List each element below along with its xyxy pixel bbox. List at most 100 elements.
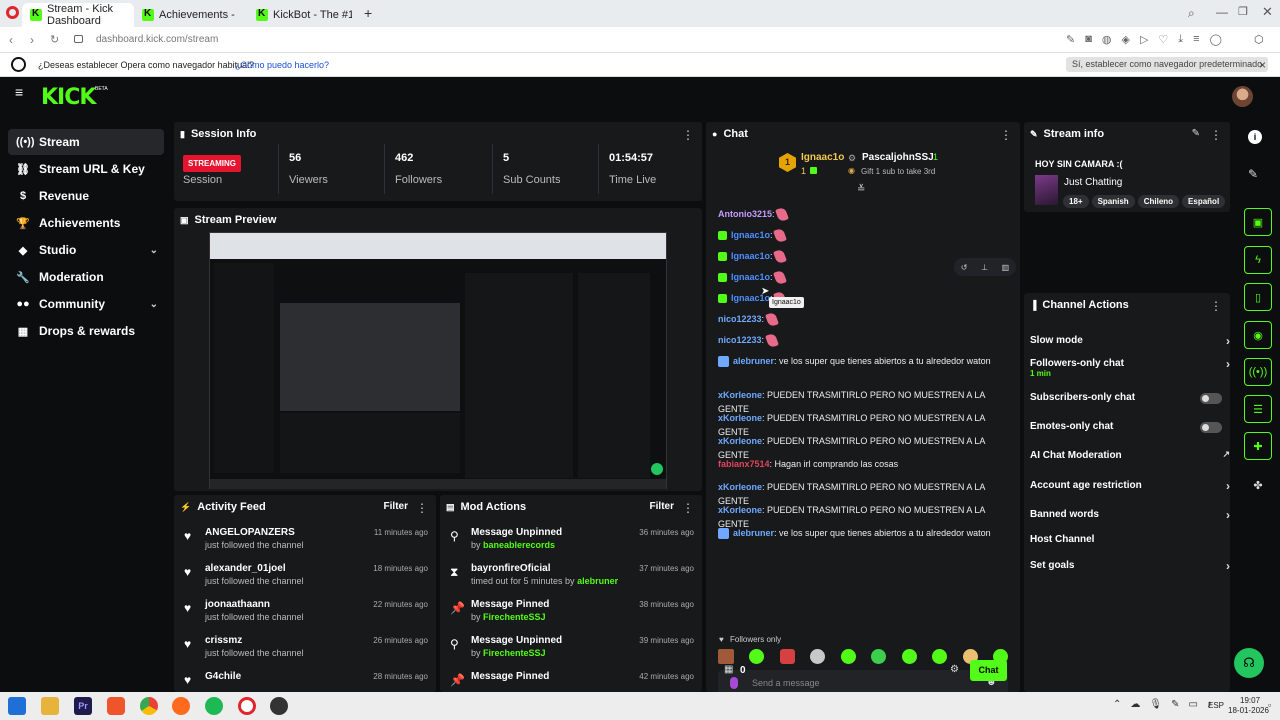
chat-username[interactable]: nico12233 (718, 314, 762, 324)
chevron-right-icon[interactable]: › (1226, 479, 1230, 493)
mic-icon[interactable]: 🎙 (1149, 699, 1162, 710)
adblock-icon[interactable]: ◈ (1121, 33, 1129, 46)
site-info-icon[interactable] (74, 35, 83, 43)
sidebar-item-stream-url-key[interactable]: ⛓ Stream URL & Key (8, 156, 164, 182)
chevron-right-icon[interactable]: › (1226, 357, 1230, 371)
preview-video[interactable] (209, 232, 667, 489)
rail-button-lightning[interactable]: ϟ (1244, 246, 1272, 274)
activity-username[interactable]: joonaathaann (205, 599, 270, 610)
mod-action-user[interactable]: FirechenteSSJ (483, 648, 546, 658)
sidebar-item-studio[interactable]: ◆ Studio ⌄ (8, 237, 164, 263)
mod-action-user[interactable]: alebruner (577, 576, 618, 586)
channel-action-banned-words[interactable]: Banned words › (1030, 508, 1230, 522)
category-thumbnail[interactable] (1035, 175, 1058, 205)
toggle-switch[interactable] (1200, 393, 1222, 404)
heart-icon[interactable]: ♡ (1158, 33, 1168, 46)
sidebar-item-moderation[interactable]: 🔧 Moderation (8, 264, 164, 290)
channel-action-host-channel[interactable]: Host Channel (1030, 534, 1230, 545)
chat-username[interactable]: alebruner (733, 356, 774, 366)
more-options-icon[interactable]: ⋮ (682, 501, 694, 515)
emote-icon[interactable] (718, 649, 734, 664)
onedrive-icon[interactable]: ☁ (1130, 699, 1140, 710)
sidebar-item-revenue[interactable]: $ Revenue (8, 183, 164, 209)
spotify-icon[interactable] (205, 697, 223, 715)
sidebar-item-achievements[interactable]: 🏆 Achievements (8, 210, 164, 236)
channel-action-subscribers-only-chat[interactable]: Subscribers-only chat (1030, 392, 1230, 404)
chrome-icon[interactable] (140, 697, 158, 715)
forward-icon[interactable]: › (30, 33, 34, 47)
brave-icon[interactable] (107, 697, 125, 715)
emote-icon[interactable] (779, 649, 795, 664)
collapse-pinned-icon[interactable]: ≚ (857, 184, 865, 195)
activity-username[interactable]: alexander_01joel (205, 563, 286, 574)
obs-icon[interactable] (270, 697, 288, 715)
chat-username[interactable]: xKorleone (718, 413, 762, 423)
channel-action-set-goals[interactable]: Set goals › (1030, 559, 1230, 573)
category-name[interactable]: Just Chatting (1064, 177, 1122, 188)
channel-action-followers-only-chat[interactable]: Followers-only chat 1 min › (1030, 357, 1230, 378)
mod-action-user[interactable]: baneablerecords (483, 540, 555, 550)
rail-button-puzzle[interactable]: ✤ (1244, 473, 1272, 497)
filter-button[interactable]: Filter (650, 501, 674, 512)
gift-promo[interactable]: Gift 1 sub to take 3rd (861, 167, 935, 176)
opera-taskbar-icon[interactable] (238, 697, 256, 715)
mod-action-user[interactable]: FirechenteSSJ (483, 612, 546, 622)
language-indicator[interactable]: ESP (1208, 701, 1224, 710)
camera-icon[interactable]: ◙ (1085, 33, 1092, 46)
chevron-down-icon[interactable]: ⌄ (150, 245, 158, 256)
download-icon[interactable]: ⤓ (1178, 33, 1183, 46)
rail-button-wrench[interactable]: ✚ (1244, 432, 1272, 460)
file-explorer-icon[interactable] (41, 697, 59, 715)
activity-username[interactable]: ANGELOPANZERS (205, 527, 295, 538)
chat-username[interactable]: xKorleone (718, 505, 762, 515)
search-tabs-icon[interactable]: ⌕ (1188, 6, 1195, 21)
channel-action-ai-chat-moderation[interactable]: AI Chat Moderation ↗ (1030, 449, 1230, 461)
back-icon[interactable]: ‹ (9, 33, 13, 47)
external-link-icon[interactable]: ↗ (1222, 449, 1230, 460)
rail-button-document[interactable]: ▯ (1244, 283, 1272, 311)
close-window-button[interactable]: ✕ (1262, 4, 1273, 20)
info-icon[interactable]: i (1248, 130, 1262, 144)
rail-button-chat[interactable]: ◉ (1244, 321, 1272, 349)
vpn-icon[interactable]: ◍ (1102, 33, 1112, 46)
chat-username[interactable]: fabianx7514 (718, 459, 770, 469)
rail-button-broadcast[interactable]: ((•)) (1244, 358, 1272, 386)
pencil-icon[interactable]: ✎ (1248, 167, 1258, 181)
chat-username[interactable]: xKorleone (718, 390, 762, 400)
pin-icon[interactable]: ⊥ (981, 263, 988, 272)
chat-username[interactable]: Antonio3215 (718, 209, 772, 219)
chevron-down-icon[interactable]: ⌄ (150, 299, 158, 310)
chat-username[interactable]: nico12233 (718, 335, 762, 345)
emote-icon[interactable] (901, 649, 917, 664)
menu-icon[interactable]: ≡ (1193, 33, 1199, 46)
sidebar-item-stream[interactable]: ((•)) Stream (8, 129, 164, 155)
edit-icon[interactable]: ✎ (1192, 128, 1200, 139)
infobar-link[interactable]: ¿Cómo puedo hacerlo? (235, 60, 329, 70)
premiere-icon[interactable]: Pr (74, 697, 92, 715)
emote-icon[interactable] (749, 649, 765, 664)
reload-icon[interactable]: ↻ (50, 33, 59, 46)
more-options-icon[interactable]: ⋮ (1210, 128, 1222, 142)
emote-icon[interactable] (871, 649, 887, 664)
points-icon[interactable]: ▦ (724, 664, 733, 675)
chat-username[interactable]: Ignaac1o (731, 272, 770, 282)
sidebar-item-community[interactable]: ●● Community ⌄ (8, 291, 164, 317)
emote-icon[interactable] (840, 649, 856, 664)
tab-kickbot[interactable]: KickBot - The #1 Kick Bot (248, 3, 360, 27)
chat-username[interactable]: Ignaac1o (731, 251, 770, 261)
minimize-button[interactable]: — (1216, 5, 1228, 19)
channel-action-slow-mode[interactable]: Slow mode › (1030, 334, 1230, 348)
clock-time[interactable]: 19:07 (1240, 696, 1260, 705)
more-options-icon[interactable]: ⋮ (416, 501, 428, 515)
more-options-icon[interactable]: ⋮ (1000, 128, 1012, 142)
profile-icon[interactable]: ◯ (1210, 33, 1222, 46)
chat-input-placeholder[interactable]: Send a message (752, 678, 820, 688)
chat-send-button[interactable]: Chat (970, 660, 1007, 681)
url-field[interactable]: dashboard.kick.com/stream (96, 34, 218, 45)
set-default-button[interactable]: Sí, establecer como navegador predetermi… (1066, 57, 1269, 72)
extensions-icon[interactable]: ⬡ (1254, 33, 1264, 46)
support-button[interactable]: ☊ (1234, 648, 1264, 678)
sidebar-item-drops-rewards[interactable]: ▦ Drops & rewards (8, 318, 164, 344)
user-avatar[interactable] (1232, 86, 1253, 107)
chat-username[interactable]: alebruner (733, 528, 774, 538)
